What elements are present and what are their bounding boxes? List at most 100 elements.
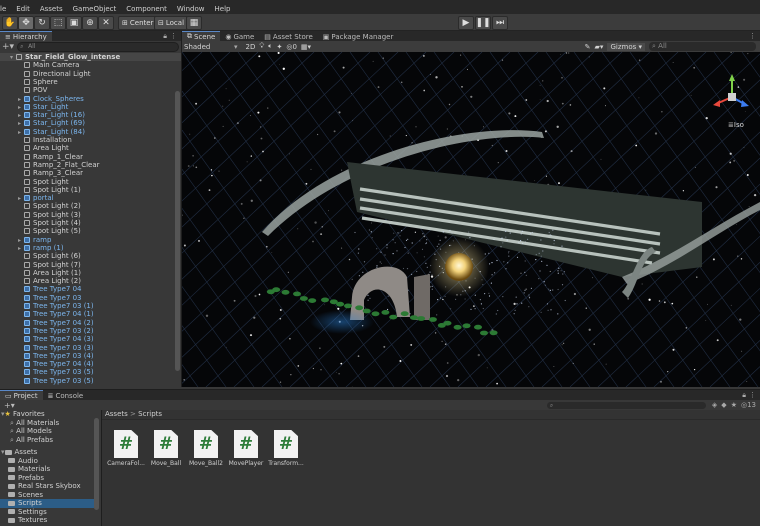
menu-item-component[interactable]: Component (121, 5, 172, 13)
folder-item[interactable]: Textures (0, 516, 94, 525)
hierarchy-item[interactable]: Tree Type7 03 (5) (0, 377, 181, 385)
hierarchy-item[interactable]: Tree Type7 04 (3) (0, 335, 181, 343)
tab-asset-store[interactable]: ▤ Asset Store (259, 31, 318, 41)
hierarchy-item[interactable]: Spot Light (7) (0, 261, 181, 269)
move-tool-icon[interactable]: ✥ (18, 16, 34, 30)
hierarchy-item[interactable]: ▸ ramp (1) (0, 244, 181, 252)
favorite-item[interactable]: ⌕ All Prefabs (0, 436, 94, 445)
expand-arrow-icon[interactable]: ▾ (1, 448, 5, 456)
hierarchy-item[interactable]: Spot Light (1) (0, 186, 181, 194)
hierarchy-item[interactable]: Tree Type7 03 (1) (0, 302, 181, 310)
script-asset[interactable]: # Transform... (264, 430, 308, 467)
favorites-header[interactable]: ▾★ Favorites (0, 410, 94, 419)
hierarchy-item[interactable]: Tree Type7 04 (2) (0, 319, 181, 327)
scene-kebab-icon[interactable]: ⋮ (749, 31, 756, 41)
hierarchy-item[interactable]: Spot Light (5) (0, 227, 181, 235)
hierarchy-item[interactable]: Spot Light (6) (0, 252, 181, 260)
hidden-packages-icon[interactable]: ◎13 (741, 401, 756, 409)
menu-item-help[interactable]: Help (210, 5, 236, 13)
hierarchy-item[interactable]: POV (0, 86, 181, 94)
hierarchy-item[interactable]: Tree Type7 03 (2) (0, 327, 181, 335)
hierarchy-item[interactable]: ▸Star_Light (69)› (0, 119, 181, 127)
grid-snap-icon[interactable]: ▦ (186, 16, 202, 30)
menu-item-edit[interactable]: Edit (11, 5, 35, 13)
favorite-item[interactable]: ⌕ All Materials (0, 419, 94, 428)
toggle-2d-button[interactable]: 2D (246, 43, 256, 51)
hierarchy-item[interactable]: ▸ portal (0, 194, 181, 202)
project-search-input[interactable]: ⌕ (546, 401, 706, 409)
folder-item[interactable]: Audio (0, 457, 94, 466)
custom-tool-icon[interactable]: ✕ (98, 16, 114, 30)
tab-package-manager[interactable]: ▣ Package Manager (317, 31, 399, 41)
hierarchy-item[interactable]: Tree Type7 03 (5) (0, 368, 181, 376)
gizmos-button[interactable]: Gizmos ▾ (607, 42, 645, 51)
folder-item[interactable]: Prefabs (0, 474, 94, 483)
hierarchy-item[interactable]: ▸Star_Light› (0, 103, 181, 111)
hierarchy-item[interactable]: ▸Clock_Spheres› (0, 95, 181, 103)
space-local-button[interactable]: ⊟ Local (154, 16, 189, 30)
favorite-item[interactable]: ⌕ All Models (0, 427, 94, 436)
tab-scene[interactable]: ⧉ Scene (182, 31, 221, 41)
play-icon[interactable]: ▶ (458, 16, 474, 30)
folder-item[interactable]: Real Stars Skybox (0, 482, 94, 491)
hierarchy-item[interactable]: Ramp_2_Flat_Clear (0, 161, 181, 169)
hierarchy-item[interactable]: Spot Light (0, 178, 181, 186)
script-asset[interactable]: # CameraFol... (104, 430, 148, 467)
menu-item-le[interactable]: le (0, 5, 11, 13)
tab-project[interactable]: ▭ Project (0, 390, 43, 400)
hierarchy-item[interactable]: Main Camera (0, 61, 181, 69)
breadcrumb-assets[interactable]: Assets (105, 410, 128, 418)
grid-icon[interactable]: ▦▾ (301, 43, 311, 51)
tab-console[interactable]: ≣ Console (42, 390, 89, 400)
tools-icon[interactable]: ✎ (585, 43, 591, 51)
pause-icon[interactable]: ❚❚ (475, 16, 491, 30)
hierarchy-item[interactable]: ▸ ramp (0, 236, 181, 244)
hierarchy-search-input[interactable]: ⌕ All (17, 42, 179, 52)
hierarchy-item[interactable]: Sphere (0, 78, 181, 86)
effects-icon[interactable]: ✦ (276, 43, 282, 51)
scene-root-item[interactable]: ▾ Star_Field_Glow_intense (0, 53, 181, 62)
folder-item[interactable]: Settings (0, 508, 94, 517)
hierarchy-item[interactable]: Tree Type7 04 (4) (0, 360, 181, 368)
scale-tool-icon[interactable]: ⬚ (50, 16, 66, 30)
hierarchy-item[interactable]: Area Light (1) (0, 269, 181, 277)
folder-item[interactable]: Scenes (0, 491, 94, 500)
hierarchy-item[interactable]: Directional Light (0, 70, 181, 78)
menu-item-gameobject[interactable]: GameObject (68, 5, 122, 13)
script-asset[interactable]: # Move_Ball2 (184, 430, 228, 467)
scene-search-input[interactable]: ⌕ All (649, 42, 756, 51)
shading-mode-dropdown[interactable]: Shaded (184, 43, 230, 51)
hierarchy-item[interactable]: Area Light (2) (0, 277, 181, 285)
add-object-icon[interactable]: +▾ (2, 42, 14, 52)
menu-item-window[interactable]: Window (172, 5, 210, 13)
hierarchy-item[interactable]: Ramp_1_Clear (0, 153, 181, 161)
rect-tool-icon[interactable]: ▣ (66, 16, 82, 30)
favorite-star-icon[interactable]: ★ (731, 401, 737, 409)
folder-item[interactable]: Scripts (0, 499, 94, 508)
script-asset[interactable]: # Move_Ball (144, 430, 188, 467)
hierarchy-item[interactable]: Spot Light (2) (0, 202, 181, 210)
hierarchy-scrollbar[interactable] (175, 91, 180, 371)
project-lock-icon[interactable]: 🔒︎ (742, 390, 746, 400)
menu-item-assets[interactable]: Assets (35, 5, 68, 13)
hierarchy-item[interactable]: Tree Type7 03 (0, 294, 181, 302)
folder-item[interactable]: Materials (0, 465, 94, 474)
create-asset-icon[interactable]: +▾ (4, 401, 15, 410)
camera-icon[interactable]: ▰▾ (595, 43, 604, 51)
hierarchy-item[interactable]: Installation (0, 136, 181, 144)
breadcrumb-scripts[interactable]: Scripts (138, 410, 162, 418)
pivot-center-button[interactable]: ⊞ Center (118, 16, 158, 30)
hierarchy-item[interactable]: Ramp_3_Clear (0, 169, 181, 177)
scene-viewport[interactable]: ≣Iso (182, 52, 760, 387)
script-asset[interactable]: # MovePlayer (224, 430, 268, 467)
hierarchy-item[interactable]: ▸Star_Light (16)› (0, 111, 181, 119)
rotate-tool-icon[interactable]: ↻ (34, 16, 50, 30)
hierarchy-item[interactable]: Tree Type7 04 (1) (0, 310, 181, 318)
audio-icon[interactable]: 🔈︎ (268, 42, 272, 51)
tab-hierarchy[interactable]: ≡ Hierarchy (0, 31, 52, 41)
hierarchy-item[interactable]: Area Light (0, 144, 181, 152)
lighting-icon[interactable]: 💡︎ (259, 42, 264, 51)
hidden-objects-icon[interactable]: ◎0 (286, 43, 297, 51)
hierarchy-item[interactable]: Spot Light (3) (0, 211, 181, 219)
hierarchy-item[interactable]: Tree Type7 03 (4) (0, 352, 181, 360)
